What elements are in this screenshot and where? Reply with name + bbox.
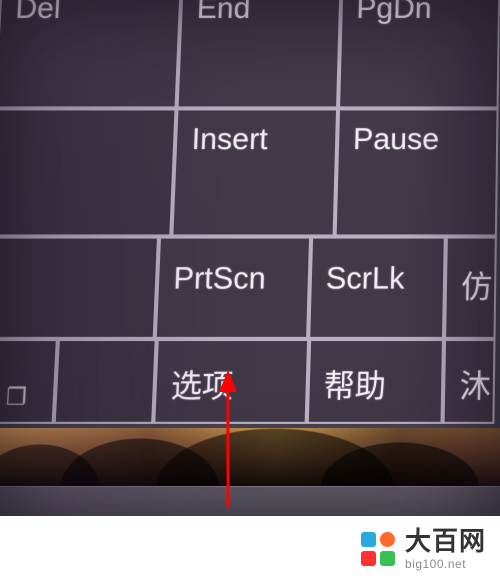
taskbar[interactable]: [0, 486, 500, 517]
key-insert[interactable]: Insert: [172, 108, 338, 236]
keyboard-row-1: Del End PgDn: [0, 0, 500, 108]
key-blank[interactable]: [0, 108, 177, 236]
on-screen-keyboard: Del End PgDn Insert Pause PrtScn ScrLk 仿…: [0, 0, 500, 466]
key-blank[interactable]: [0, 237, 159, 339]
key-label: Insert: [191, 123, 268, 158]
key-end[interactable]: End: [177, 0, 341, 108]
key-partial-right[interactable]: 仿: [444, 237, 497, 339]
desktop-wallpaper-strip: [0, 428, 500, 488]
key-label: 帮助: [323, 360, 386, 407]
logo-text: 大百网 big100.net: [405, 528, 486, 570]
key-options[interactable]: 选项: [153, 339, 309, 424]
key-label: Pause: [353, 123, 440, 158]
key-label: ScrLk: [325, 261, 404, 296]
key-label: End: [196, 0, 251, 26]
key-dock[interactable]: ❐: [0, 339, 58, 424]
logo-icon: [361, 532, 395, 566]
key-label: Del: [15, 0, 62, 26]
key-scrlk[interactable]: ScrLk: [308, 237, 446, 339]
screenshot-scene: Del End PgDn Insert Pause PrtScn ScrLk 仿…: [0, 0, 500, 582]
key-label: 沐: [459, 360, 491, 407]
dock-icon: ❐: [5, 383, 27, 411]
keyboard-row-2: Insert Pause: [0, 108, 499, 236]
key-partial-right-2[interactable]: 沐: [443, 339, 496, 424]
mountain-silhouette: [0, 428, 500, 488]
key-pause[interactable]: Pause: [334, 108, 498, 236]
logo-title-cn: 大百网: [405, 528, 486, 554]
key-label: PrtScn: [173, 261, 267, 296]
key-pgdn[interactable]: PgDn: [338, 0, 500, 108]
key-label: 选项: [170, 360, 234, 407]
watermark-logo: 大百网 big100.net: [361, 528, 486, 570]
watermark-footer: 大百网 big100.net: [0, 516, 500, 582]
key-label: PgDn: [356, 0, 432, 26]
key-prtscn[interactable]: PrtScn: [155, 237, 311, 339]
key-help[interactable]: 帮助: [306, 339, 444, 424]
key-del[interactable]: Del: [0, 0, 182, 108]
logo-title-en: big100.net: [405, 558, 486, 570]
keyboard-row-3: PrtScn ScrLk 仿: [0, 237, 497, 339]
keyboard-row-4: ❐ 选项 帮助 沐: [0, 339, 496, 424]
key-blank[interactable]: [54, 339, 156, 424]
key-label: 仿: [461, 261, 492, 307]
